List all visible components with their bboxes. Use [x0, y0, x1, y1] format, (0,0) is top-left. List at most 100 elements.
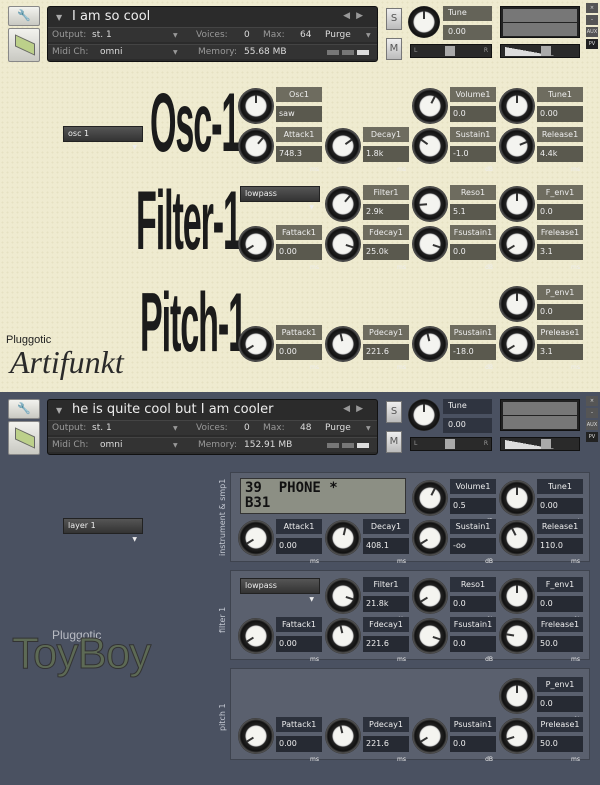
frelease1-knob[interactable] — [499, 226, 535, 262]
collapse-icon[interactable]: ▼ — [56, 406, 62, 415]
layer-selector[interactable]: layer 1 ▼ — [63, 518, 143, 543]
pdecay1-value[interactable]: 221.6 ms — [363, 344, 409, 371]
f-env1-value[interactable]: 0.0% — [537, 204, 583, 231]
instrument-name[interactable]: he is quite cool but I am cooler — [72, 402, 273, 417]
f-env1-knob[interactable] — [499, 578, 535, 614]
instrument-icon-button[interactable] — [8, 421, 40, 455]
frelease1-knob[interactable] — [499, 618, 535, 654]
fsustain1-value[interactable]: 0.0 dB — [450, 244, 496, 271]
aux-button[interactable]: AUX — [586, 420, 598, 430]
pv-button[interactable]: PV — [586, 39, 598, 49]
mute-button[interactable]: M — [386, 38, 402, 60]
attack1-knob[interactable] — [238, 128, 274, 164]
osc-selector[interactable]: osc 1 ▼ — [63, 126, 143, 151]
aux-button[interactable]: AUX — [586, 27, 598, 37]
tune-knob[interactable] — [408, 6, 440, 38]
midi-channel-select[interactable]: omni — [100, 45, 122, 60]
pan-slider[interactable]: LR — [410, 437, 492, 451]
output-dropdown-icon[interactable]: ▼ — [173, 28, 178, 43]
release1-value[interactable]: 110.0 ms — [537, 538, 583, 565]
reso1-value[interactable]: 5.1% — [450, 204, 496, 231]
reso1-knob[interactable] — [412, 186, 448, 222]
mute-button[interactable]: M — [386, 431, 402, 453]
purge-button[interactable]: Purge — [325, 421, 351, 436]
decay1-value[interactable]: 408.1 ms — [363, 538, 409, 565]
filter1-value[interactable]: 21.8kHz — [363, 596, 409, 623]
output-select[interactable]: st. 1 — [92, 28, 112, 43]
pdecay1-value[interactable]: 221.6 ms — [363, 736, 409, 763]
volume-slider[interactable] — [500, 44, 580, 58]
pattack1-value[interactable]: 0.00 ms — [276, 344, 322, 371]
prev-next-arrows[interactable]: ◀▶ — [343, 11, 369, 21]
f-env1-knob[interactable] — [499, 186, 535, 222]
purge-dropdown-icon[interactable]: ▼ — [366, 421, 371, 436]
tune-knob[interactable] — [408, 399, 440, 431]
volume1-knob[interactable] — [412, 480, 448, 516]
wrench-button[interactable]: 🔧 — [8, 6, 40, 26]
pattack1-knob[interactable] — [238, 718, 274, 754]
prelease1-value[interactable]: 3.1 ms — [537, 344, 583, 371]
p-env1-value[interactable]: 0.0% — [537, 696, 583, 723]
tune1-knob[interactable] — [499, 88, 535, 124]
volume-slider[interactable] — [500, 437, 580, 451]
release1-knob[interactable] — [499, 520, 535, 556]
pdecay1-knob[interactable] — [325, 326, 361, 362]
wrench-button[interactable]: 🔧 — [8, 399, 40, 419]
pan-handle[interactable] — [445, 439, 455, 449]
pan-handle[interactable] — [445, 46, 455, 56]
release1-knob[interactable] — [499, 128, 535, 164]
output-dropdown-icon[interactable]: ▼ — [173, 421, 178, 436]
instrument-icon-button[interactable] — [8, 28, 40, 62]
volume1-value[interactable]: 0.0dB — [450, 106, 496, 133]
tune1-value[interactable]: 0.00st — [537, 106, 583, 133]
solo-button[interactable]: S — [386, 401, 402, 423]
pattack1-knob[interactable] — [238, 326, 274, 362]
filter-type-select[interactable]: lowpass ▼ — [240, 186, 320, 211]
psustain1-value[interactable]: 0.0 dB — [450, 736, 496, 763]
collapse-icon[interactable]: ▼ — [56, 13, 62, 22]
frelease1-value[interactable]: 3.1 ms — [537, 244, 583, 271]
prelease1-value[interactable]: 50.0 ms — [537, 736, 583, 763]
fattack1-knob[interactable] — [238, 618, 274, 654]
max-voices-value[interactable]: 48 — [300, 421, 311, 436]
prelease1-knob[interactable] — [499, 326, 535, 362]
fattack1-value[interactable]: 0.00 ms — [276, 244, 322, 271]
fsustain1-knob[interactable] — [412, 618, 448, 654]
fdecay1-knob[interactable] — [325, 618, 361, 654]
reso1-value[interactable]: 0.0% — [450, 596, 496, 623]
volume1-value[interactable]: 0.5dB — [450, 498, 496, 525]
pattack1-value[interactable]: 0.00 ms — [276, 736, 322, 763]
fattack1-knob[interactable] — [238, 226, 274, 262]
instrument-name[interactable]: I am so cool — [72, 9, 150, 24]
minimize-button[interactable]: – — [586, 408, 598, 418]
fsustain1-knob[interactable] — [412, 226, 448, 262]
tune1-value[interactable]: 0.00st — [537, 498, 583, 525]
p-env1-value[interactable]: 0.0% — [537, 304, 583, 331]
attack1-value[interactable]: 0.00 ms — [276, 538, 322, 565]
osc1-knob[interactable] — [238, 88, 274, 124]
psustain1-knob[interactable] — [412, 326, 448, 362]
frelease1-value[interactable]: 50.0 ms — [537, 636, 583, 663]
decay1-knob[interactable] — [325, 520, 361, 556]
release1-value[interactable]: 4.4k ms — [537, 146, 583, 173]
fdecay1-value[interactable]: 25.0k ms — [363, 244, 409, 271]
filter1-knob[interactable] — [325, 186, 361, 222]
tune1-knob[interactable] — [499, 480, 535, 516]
purge-dropdown-icon[interactable]: ▼ — [366, 28, 371, 43]
volume-handle[interactable] — [541, 46, 551, 56]
fsustain1-value[interactable]: 0.0 dB — [450, 636, 496, 663]
f-env1-value[interactable]: 0.0% — [537, 596, 583, 623]
sustain1-value[interactable]: -oo dB — [450, 538, 496, 565]
psustain1-value[interactable]: -18.0 dB — [450, 344, 496, 371]
sample-display[interactable]: 39 PHONE * B31 — [240, 478, 406, 514]
reso1-knob[interactable] — [412, 578, 448, 614]
solo-button[interactable]: S — [386, 8, 402, 30]
minimize-button[interactable]: – — [586, 15, 598, 25]
purge-button[interactable]: Purge — [325, 28, 351, 43]
midi-dropdown-icon[interactable]: ▼ — [173, 45, 178, 60]
fdecay1-knob[interactable] — [325, 226, 361, 262]
fdecay1-value[interactable]: 221.6 ms — [363, 636, 409, 663]
prelease1-knob[interactable] — [499, 718, 535, 754]
fattack1-value[interactable]: 0.00 ms — [276, 636, 322, 663]
prev-next-arrows[interactable]: ◀▶ — [343, 404, 369, 414]
